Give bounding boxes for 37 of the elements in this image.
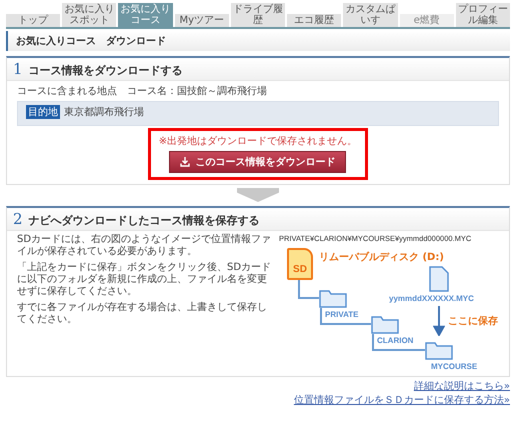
file-icon <box>429 266 449 292</box>
section-number: 2 <box>13 210 23 228</box>
nav-tab[interactable]: カスタムぱいす <box>343 3 398 27</box>
nav-tab[interactable]: ドライブ履歴 <box>230 3 286 27</box>
course-name: コース名：国技館～調布飛行場 <box>127 84 267 98</box>
point-name: 東京都調布飛行場 <box>64 106 144 119</box>
help-link[interactable]: 位置情報ファイルをＳＤカードに保存する方法» <box>294 393 510 407</box>
down-arrow-icon <box>433 306 445 336</box>
nav-tab[interactable]: エコ履歴 <box>287 14 342 27</box>
nav-tab[interactable]: Myツアー <box>174 14 229 27</box>
folder-icon <box>319 288 347 308</box>
instruction-text: すでに各ファイルが存在する場合は、上書きして保存してください。 <box>17 302 268 326</box>
course-points-label: コースに含まれる地点 <box>17 84 117 98</box>
instruction-text: SDカードには、右の図のようなイメージで位置情報ファイルが保存されている必要があります。 <box>17 234 272 258</box>
download-button[interactable]: このコース情報をダウンロード <box>169 151 346 173</box>
folder-icon <box>425 340 453 360</box>
folder-name: MYCOURSE <box>431 362 478 371</box>
folder-name: CLARION <box>377 336 414 345</box>
section-number: 1 <box>13 60 23 78</box>
nav-tab[interactable]: プロフィール編集 <box>456 3 510 27</box>
section-title: コース情報をダウンロードする <box>28 63 183 78</box>
nav-tab[interactable]: トップ <box>6 14 60 27</box>
help-link[interactable]: 詳細な説明はこちら» <box>414 379 510 393</box>
section-title: ナビへダウンロードしたコース情報を保存する <box>28 213 260 228</box>
note-text: ※出発地はダウンロードで保存されません。 <box>158 134 358 148</box>
download-icon <box>180 157 190 167</box>
page-title: お気に入りコース ダウンロード <box>6 31 510 51</box>
drive-name: リムーバブルディスク (D:) <box>319 250 444 264</box>
folder-icon <box>371 314 399 334</box>
save-here-label: ここに保存 <box>448 314 498 328</box>
nav-tab[interactable]: お気に入りコース <box>118 3 173 27</box>
nav-tab[interactable]: お気に入りスポット <box>62 3 116 27</box>
file-name: yymmddXXXXXX.MYC <box>389 294 474 303</box>
folder-name: PRIVATE <box>325 310 358 319</box>
sd-card: SD <box>287 248 313 280</box>
instruction-text: 「上記をカードに保存」ボタンをクリック後、SDカードに以下のフォルダを新規に作成の上、ファイル名を変更せずに保存してください。 <box>17 262 272 298</box>
destination-badge: 目的地 <box>26 105 60 119</box>
